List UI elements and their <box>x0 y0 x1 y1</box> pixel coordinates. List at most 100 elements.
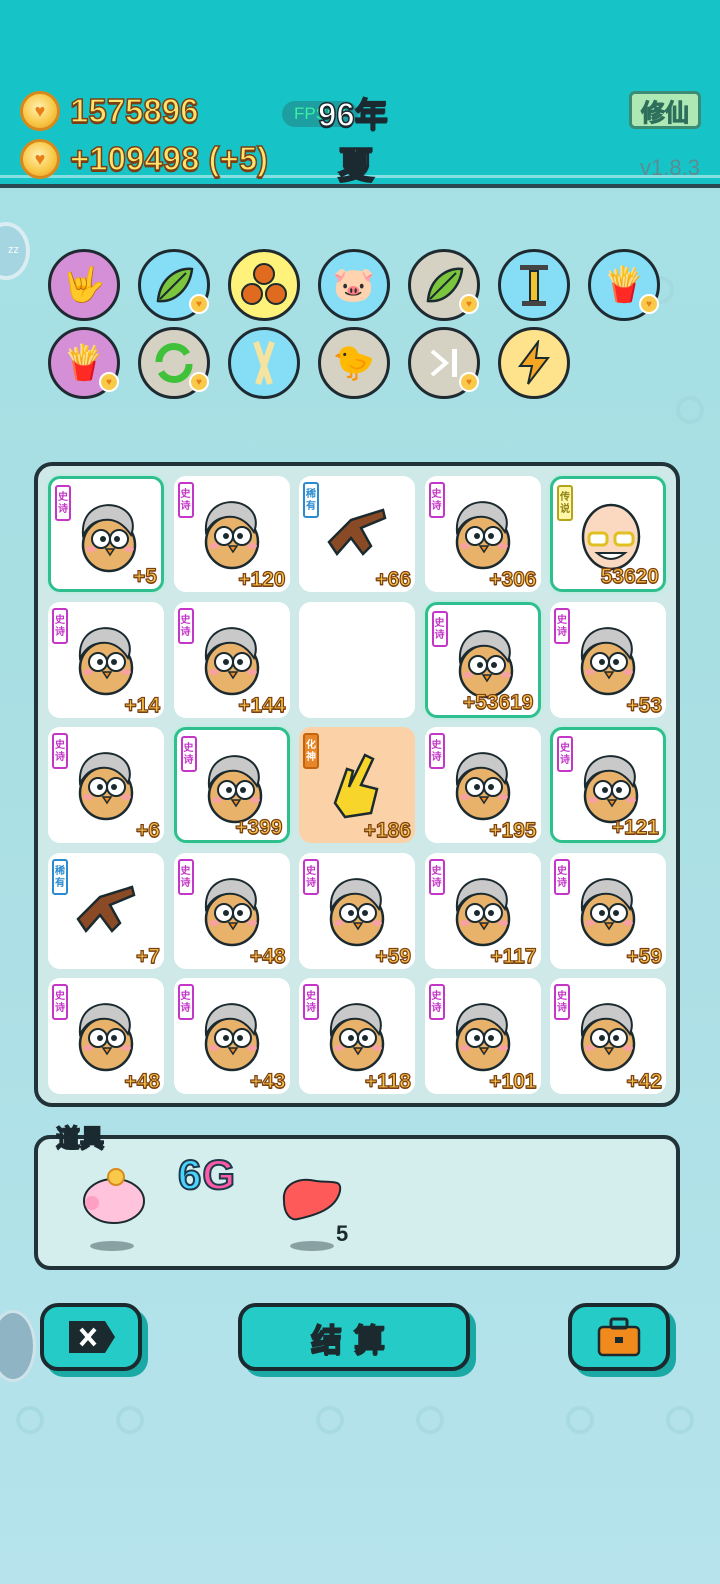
grandpa-chick-icon <box>329 877 385 946</box>
grandpa-chick-icon <box>78 752 134 821</box>
coin-total: 1575896 <box>69 91 199 130</box>
basketballs-icon[interactable] <box>228 249 300 321</box>
board-cell[interactable]: 史诗 +306 <box>424 476 541 592</box>
settle-label: 结算 <box>310 1322 397 1359</box>
cell-income-value: +66 <box>375 567 412 591</box>
rarity-tag: 史诗 <box>177 858 194 895</box>
side-avatar-character[interactable] <box>0 1310 36 1382</box>
refresh-icon[interactable]: ♥ <box>138 327 210 399</box>
cell-income-value: +144 <box>238 693 287 717</box>
rock-hand-icon[interactable]: 🤟 <box>48 249 120 321</box>
board-cell[interactable]: 史诗 +120 <box>173 476 290 592</box>
grandpa-chick-icon <box>207 755 262 824</box>
grandpa-chick-icon <box>455 877 510 946</box>
rarity-tag: 史诗 <box>431 610 448 647</box>
rarity-tag: 史诗 <box>557 736 573 772</box>
cultivate-button[interactable]: 修仙 <box>629 91 701 129</box>
grandpa-chick-icon <box>580 626 636 695</box>
fries-icon[interactable]: 🍟 ♥ <box>588 249 660 321</box>
rarity-tag: 化神 <box>303 733 319 769</box>
6g-icon[interactable]: 6G <box>177 1150 236 1199</box>
cell-income-value: +53 <box>626 693 663 717</box>
cell-income-value: +121 <box>611 815 660 839</box>
leaf-icon[interactable]: ♥ <box>408 249 480 321</box>
coin-icon: ♥ <box>20 139 60 179</box>
grandpa-chick-icon <box>81 504 137 573</box>
cell-income-value: +7 <box>135 944 160 968</box>
board-cell[interactable]: 史诗 +53 <box>550 601 666 718</box>
rarity-tag: 史诗 <box>52 607 68 644</box>
board-cell[interactable]: 史诗 +43 <box>173 978 290 1094</box>
lightning-icon[interactable] <box>498 327 570 399</box>
board-cell[interactable]: 史诗 +6 <box>48 727 164 843</box>
pointing-hand-icon <box>327 508 387 557</box>
board-cell[interactable]: 史诗 +53619 <box>424 601 541 718</box>
skip-icon[interactable]: ♥ <box>408 327 480 399</box>
board-cell[interactable]: 史诗 +121 <box>550 727 666 843</box>
board-cell[interactable]: 史诗 +14 <box>48 601 164 718</box>
grandpa-chick-icon <box>204 626 259 695</box>
prop-shadow <box>90 1241 134 1251</box>
cell-income-value: +59 <box>626 944 663 968</box>
grandpa-chick-icon <box>78 626 134 695</box>
bag-button[interactable] <box>568 1303 670 1371</box>
rarity-tag: 传说 <box>557 485 573 521</box>
cell-income-value: +59 <box>375 944 412 968</box>
year-label: 96年 <box>317 95 388 134</box>
pump-icon[interactable] <box>498 249 570 321</box>
settle-button[interactable]: 结算 <box>238 1303 470 1371</box>
sticks-icon[interactable] <box>228 327 300 399</box>
cell-income-value: +42 <box>626 1069 663 1093</box>
version-label: v1.8.3 <box>640 155 700 180</box>
season-label: 夏 <box>337 143 375 186</box>
board-cell[interactable] <box>299 601 415 718</box>
rarity-tag: 史诗 <box>428 733 445 769</box>
rarity-tag: 史诗 <box>554 984 570 1020</box>
piggy-bank-icon[interactable]: 🐷 <box>318 249 390 321</box>
board-cell[interactable]: 史诗 +5 <box>48 476 164 592</box>
coin-badge-icon: ♥ <box>99 372 119 392</box>
discard-button[interactable] <box>40 1303 142 1371</box>
board-cell[interactable]: 史诗 +144 <box>173 601 290 718</box>
grandpa-chick-icon <box>580 877 636 946</box>
fries-icon[interactable]: 🍟 ♥ <box>48 327 120 399</box>
board-cell[interactable]: 稀有 +7 <box>48 852 164 969</box>
board-cell[interactable]: 史诗 +399 <box>173 727 290 843</box>
income-counter: ♥ +109498 (+5) <box>20 139 269 179</box>
prop-shadow <box>290 1241 334 1251</box>
board-cell[interactable]: 史诗 +42 <box>550 978 666 1094</box>
grandpa-chick-icon <box>455 1003 510 1072</box>
cell-income-value: +53619 <box>462 690 534 714</box>
board-cell[interactable]: 化神 +186 <box>299 727 415 843</box>
grandpa-chick-icon <box>583 755 639 824</box>
board-cell[interactable]: 史诗 +118 <box>299 978 415 1094</box>
grandpa-chick-icon <box>204 501 259 570</box>
coin-icon: ♥ <box>20 91 60 131</box>
liver-count: 5 <box>336 1221 349 1246</box>
board-cell[interactable]: 传说 53620 <box>550 476 666 592</box>
props-panel: 6G 5 <box>34 1135 680 1270</box>
merge-board: 史诗 +5 史诗 +120 稀有 +66 史诗 +306 传说 53620 史诗 +14 史诗 +144 史… <box>34 462 680 1107</box>
board-cell[interactable]: 史诗 +48 <box>173 852 290 969</box>
board-cell[interactable]: 史诗 +195 <box>424 727 541 843</box>
cell-income-value: +399 <box>235 815 284 839</box>
coin-badge-icon: ♥ <box>459 372 479 392</box>
board-cell[interactable]: 史诗 +59 <box>299 852 415 969</box>
board-cell[interactable]: 史诗 +48 <box>48 978 164 1094</box>
board-cell[interactable]: 稀有 +66 <box>299 476 415 592</box>
rarity-tag: 史诗 <box>52 733 68 769</box>
grandpa-chick-icon <box>580 1003 636 1072</box>
board-cell[interactable]: 史诗 +101 <box>424 978 541 1094</box>
piggy-bank-icon[interactable] <box>76 1161 152 1251</box>
leaf-icon[interactable]: ♥ <box>138 249 210 321</box>
side-avatar-sleep[interactable]: zz <box>0 222 30 280</box>
chick-icon[interactable]: 🐤 <box>318 327 390 399</box>
board-cell[interactable]: 史诗 +59 <box>550 852 666 969</box>
cell-income-value: +48 <box>124 1069 161 1093</box>
cell-income-value: +186 <box>363 818 412 842</box>
board-cell[interactable]: 史诗 +117 <box>424 852 541 969</box>
rarity-tag: 史诗 <box>428 482 445 518</box>
cell-income-value: +43 <box>249 1069 286 1093</box>
rarity-tag: 史诗 <box>554 858 570 895</box>
grandpa-chick-icon <box>78 1003 134 1072</box>
